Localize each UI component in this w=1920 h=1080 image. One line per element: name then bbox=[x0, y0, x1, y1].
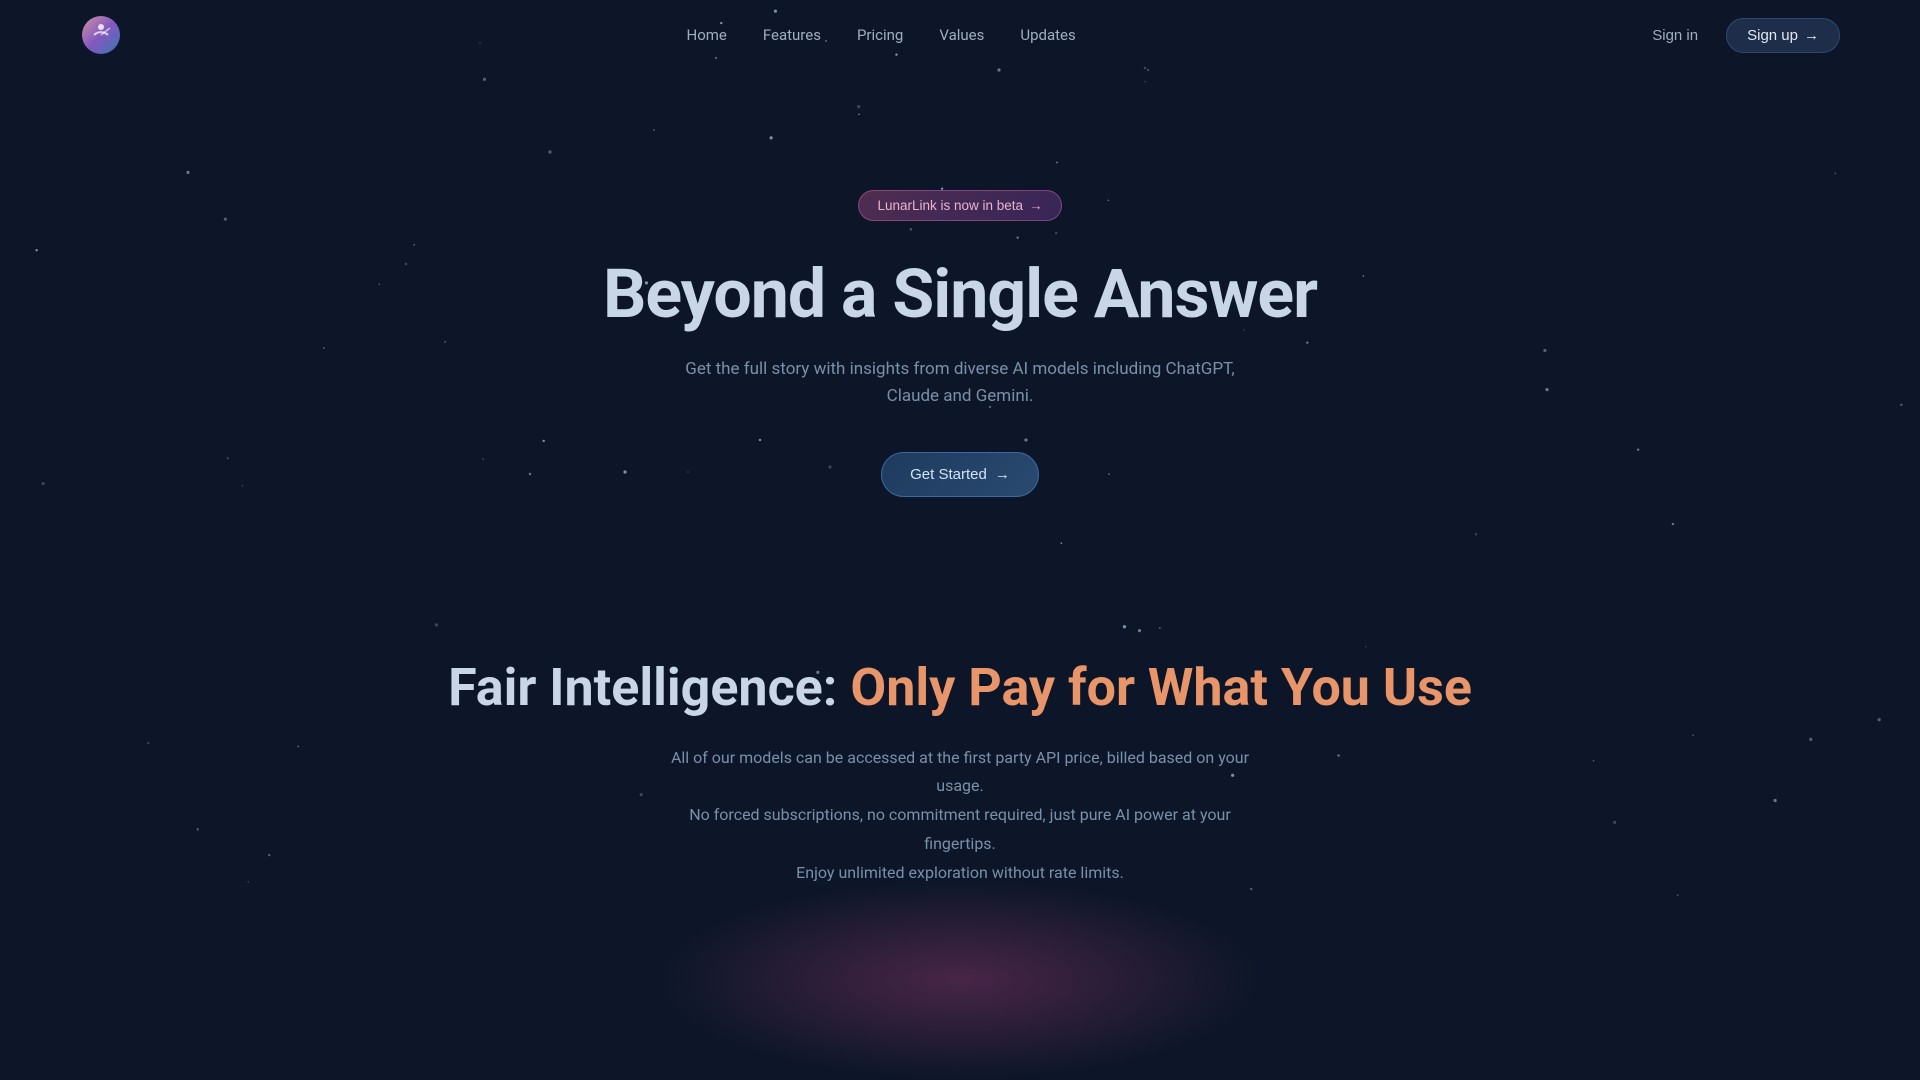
nav-updates[interactable]: Updates bbox=[1020, 26, 1075, 44]
get-started-arrow-icon: → bbox=[995, 466, 1010, 483]
navbar-actions: Sign in Sign up → bbox=[1640, 18, 1840, 53]
logo[interactable] bbox=[80, 14, 122, 56]
nav-values[interactable]: Values bbox=[939, 26, 984, 44]
fair-desc-line2: No forced subscriptions, no commitment r… bbox=[689, 805, 1231, 853]
sign-in-button[interactable]: Sign in bbox=[1640, 19, 1710, 52]
get-started-label: Get Started bbox=[910, 466, 987, 483]
sign-up-label: Sign up bbox=[1747, 27, 1798, 44]
fair-intelligence-description: All of our models can be accessed at the… bbox=[660, 744, 1260, 888]
fair-intelligence-section: Fair Intelligence: Only Pay for What You… bbox=[0, 577, 1920, 947]
fair-title-highlight: Only Pay for What You Use bbox=[850, 657, 1472, 718]
sign-up-arrow-icon: → bbox=[1804, 27, 1819, 44]
hero-section: LunarLink is now in beta → Beyond a Sing… bbox=[0, 70, 1920, 577]
fair-intelligence-title: Fair Intelligence: Only Pay for What You… bbox=[40, 657, 1880, 719]
beta-badge-text: LunarLink is now in beta bbox=[877, 198, 1023, 213]
nav-pricing[interactable]: Pricing bbox=[857, 26, 903, 44]
hero-subtitle: Get the full story with insights from di… bbox=[680, 356, 1240, 410]
nav-links: Home Features Pricing Values Updates bbox=[687, 26, 1076, 44]
fair-title-plain: Fair Intelligence: bbox=[448, 657, 837, 718]
logo-icon bbox=[80, 14, 122, 56]
beta-arrow-icon: → bbox=[1029, 198, 1043, 213]
fair-desc-line1: All of our models can be accessed at the… bbox=[671, 748, 1249, 796]
hero-title: Beyond a Single Answer bbox=[603, 257, 1317, 332]
fair-desc-line3: Enjoy unlimited exploration without rate… bbox=[796, 863, 1124, 882]
nav-home[interactable]: Home bbox=[687, 26, 727, 44]
beta-badge-button[interactable]: LunarLink is now in beta → bbox=[858, 190, 1061, 221]
navbar: Home Features Pricing Values Updates Sig… bbox=[0, 0, 1920, 70]
get-started-button[interactable]: Get Started → bbox=[881, 452, 1039, 497]
nav-features[interactable]: Features bbox=[763, 26, 821, 44]
sign-up-button[interactable]: Sign up → bbox=[1726, 18, 1840, 53]
